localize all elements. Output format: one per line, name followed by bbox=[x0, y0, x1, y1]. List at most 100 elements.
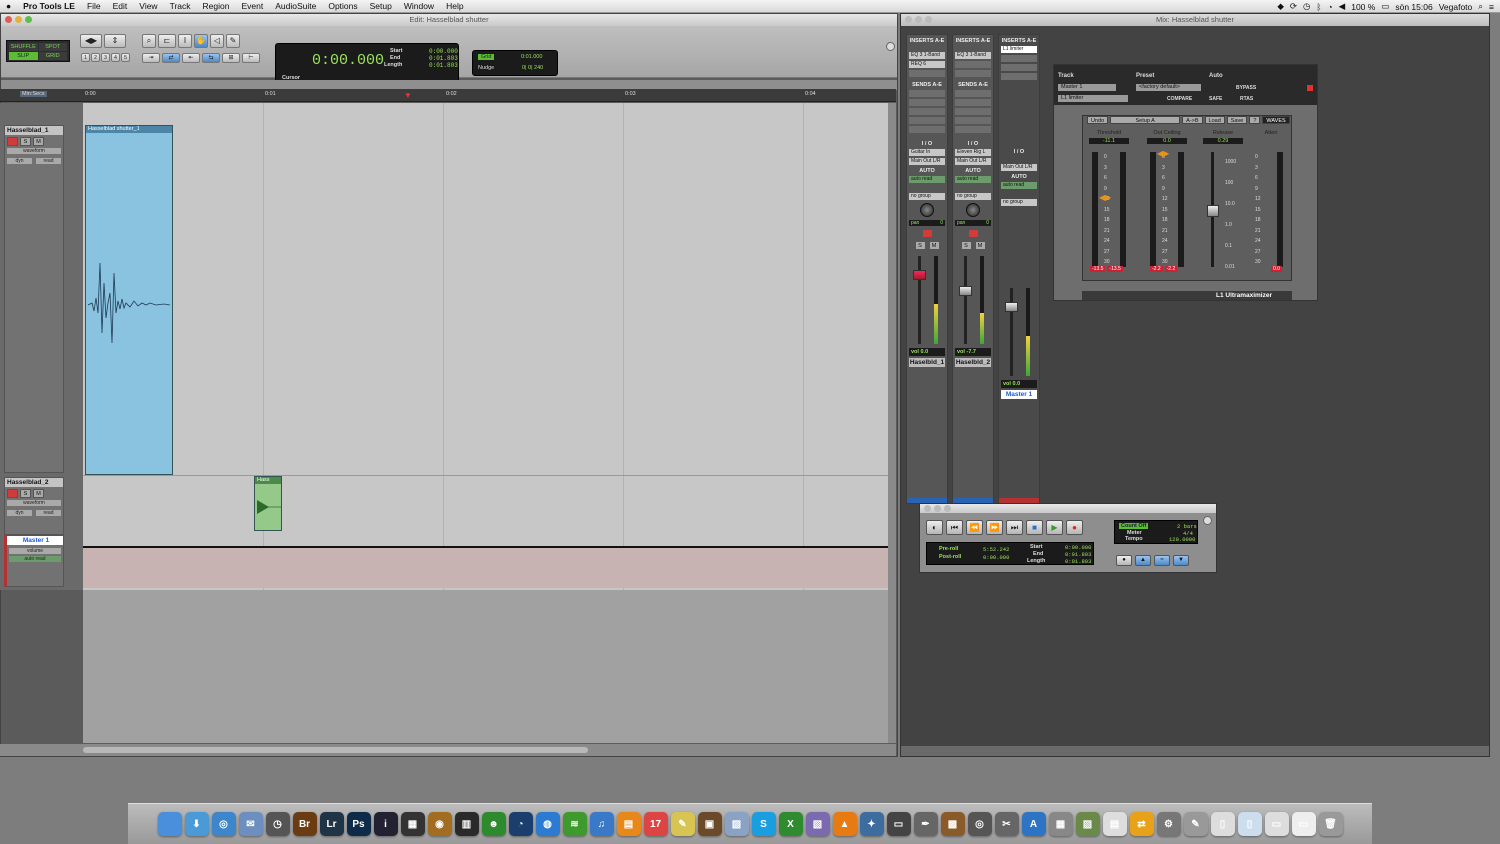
zoom-preset-4[interactable]: 4 bbox=[111, 53, 120, 62]
output-selector[interactable]: Main Out L/R bbox=[955, 158, 991, 165]
insert-selector[interactable]: L1 limiter bbox=[1058, 95, 1128, 102]
stack-icon[interactable]: ▧ bbox=[805, 812, 830, 836]
help-button[interactable]: ? bbox=[1249, 116, 1261, 124]
downloads-icon[interactable]: ⬇ bbox=[184, 812, 209, 836]
record-enable-button[interactable] bbox=[7, 489, 18, 498]
vlc-icon[interactable]: ▲ bbox=[832, 812, 857, 836]
nudge-label[interactable]: Nudge bbox=[478, 65, 494, 71]
tools-icon[interactable]: ✂ bbox=[994, 812, 1019, 836]
keynote-icon[interactable]: ▩ bbox=[940, 812, 965, 836]
insert-slot[interactable] bbox=[909, 70, 945, 77]
calendar-icon[interactable]: 17 bbox=[643, 812, 668, 836]
input-selector[interactable]: Guitar In bbox=[909, 149, 945, 156]
scroll-thumb[interactable] bbox=[83, 747, 588, 753]
display-icon[interactable]: ▭ bbox=[1291, 812, 1316, 836]
mute-button[interactable]: M bbox=[928, 241, 940, 250]
spotify-icon[interactable]: ≋ bbox=[562, 812, 587, 836]
insert-slot[interactable] bbox=[1001, 55, 1037, 62]
transport-titlebar[interactable] bbox=[920, 504, 1216, 513]
fast-forward-icon[interactable]: ⏩ bbox=[986, 520, 1003, 535]
group-selector[interactable]: no group bbox=[1001, 199, 1037, 206]
track-header-hasselblad-2[interactable]: Hasselblad_2 SM waveform dyn read bbox=[4, 477, 64, 535]
automation-mode[interactable]: read bbox=[36, 510, 61, 516]
zoom-preset-5[interactable]: 5 bbox=[121, 53, 130, 62]
tab-to-transient-icon[interactable]: ⇥ bbox=[142, 53, 160, 63]
dropbox-icon[interactable]: ◆ bbox=[1277, 1, 1284, 12]
insert-slot[interactable]: L1 limiter bbox=[1001, 46, 1037, 53]
zoom-preset-1[interactable]: 1 bbox=[81, 53, 90, 62]
menu-event[interactable]: Event bbox=[235, 1, 269, 11]
channel-name[interactable]: Haselbld_1 bbox=[909, 358, 945, 367]
conductor-icon[interactable]: ▼ bbox=[1173, 555, 1189, 566]
photos-icon[interactable]: ▣ bbox=[697, 812, 722, 836]
postroll-label[interactable]: Post-roll bbox=[939, 554, 961, 560]
close-icon[interactable] bbox=[905, 16, 912, 23]
nudge-value[interactable]: 0| 0| 240 bbox=[522, 65, 543, 71]
solo-button[interactable]: S bbox=[20, 137, 31, 146]
tempo-value[interactable]: 120.0000 bbox=[1169, 536, 1195, 543]
notification-icon[interactable]: ≡ bbox=[1489, 2, 1494, 12]
automation-mode[interactable]: auto read bbox=[9, 556, 61, 562]
record-enable-button[interactable] bbox=[921, 229, 933, 238]
zoom-icon[interactable] bbox=[25, 16, 32, 23]
edit-window-titlebar[interactable]: Edit: Hasselblad shutter bbox=[1, 14, 897, 26]
preroll-label[interactable]: Pre-roll bbox=[939, 546, 958, 552]
time-machine-menu-icon[interactable]: ◷ bbox=[1303, 1, 1310, 12]
threshold-readout[interactable]: -11.1 bbox=[1089, 138, 1129, 144]
time-machine-icon[interactable]: ◷ bbox=[265, 812, 290, 836]
clapper-icon[interactable]: ▦ bbox=[400, 812, 425, 836]
script-icon[interactable]: ▤ bbox=[1102, 812, 1127, 836]
mix-window-titlebar[interactable]: Mix: Hasselblad shutter bbox=[901, 14, 1489, 26]
insert-slot[interactable]: REQ 6 bbox=[909, 61, 945, 68]
automation-mode[interactable]: auto read bbox=[1001, 182, 1037, 189]
pencil-tool-icon[interactable]: ✎ bbox=[226, 34, 240, 48]
excel-icon[interactable]: X bbox=[778, 812, 803, 836]
automation-mode[interactable]: read bbox=[36, 158, 61, 164]
grabber-tool-icon[interactable]: ✋ bbox=[194, 34, 208, 48]
utility-icon[interactable]: ⚙ bbox=[1156, 812, 1181, 836]
browser-icon[interactable]: ◍ bbox=[535, 812, 560, 836]
track-header-hasselblad-1[interactable]: Hasselblad_1 SM waveform dyn read bbox=[4, 125, 64, 473]
pen-icon[interactable]: ✎ bbox=[1183, 812, 1208, 836]
finder-icon[interactable] bbox=[157, 812, 182, 836]
minimize-icon[interactable] bbox=[915, 16, 922, 23]
minimize-icon[interactable] bbox=[15, 16, 22, 23]
edit-vertical-scrollbar[interactable] bbox=[888, 103, 896, 743]
fader-cap[interactable] bbox=[1005, 302, 1018, 312]
track-selector[interactable]: Master 1 bbox=[1058, 84, 1116, 91]
sketch-icon[interactable]: ✒ bbox=[913, 812, 938, 836]
insert-slot[interactable] bbox=[1001, 73, 1037, 80]
threshold-slider-icon[interactable]: ◀▶ bbox=[1099, 193, 1111, 202]
pan-knob[interactable] bbox=[920, 203, 934, 217]
end-value[interactable]: 0:01.803 bbox=[1065, 551, 1091, 558]
zoom-vertical-button[interactable]: ⇕ bbox=[104, 34, 126, 48]
send-slot[interactable] bbox=[955, 126, 991, 133]
safari-icon[interactable]: ◎ bbox=[211, 812, 236, 836]
send-slot[interactable] bbox=[909, 117, 945, 124]
grid-value[interactable]: 0:01.000 bbox=[521, 54, 542, 60]
mirror-midi-icon[interactable]: ⊞ bbox=[222, 53, 240, 63]
clock[interactable]: sön 15:06 bbox=[1395, 2, 1432, 12]
zoom-preset-2[interactable]: 2 bbox=[91, 53, 100, 62]
atten-readout[interactable]: 0.0 bbox=[1271, 266, 1282, 272]
channel-name[interactable]: Master 1 bbox=[1001, 390, 1037, 399]
mute-button[interactable]: M bbox=[33, 489, 44, 498]
pdf-icon[interactable]: ▯ bbox=[1237, 812, 1262, 836]
send-slot[interactable] bbox=[955, 99, 991, 106]
wait-for-note-icon[interactable]: ● bbox=[1116, 555, 1132, 566]
insert-slot[interactable] bbox=[955, 61, 991, 68]
zoom-preset-3[interactable]: 3 bbox=[101, 53, 110, 62]
out-ceiling-readout[interactable]: 0.0 bbox=[1147, 138, 1187, 144]
final-cut-icon[interactable]: ▥ bbox=[454, 812, 479, 836]
send-slot[interactable] bbox=[909, 126, 945, 133]
menu-file[interactable]: File bbox=[81, 1, 107, 11]
record-enable-button[interactable] bbox=[7, 137, 18, 146]
zoom-icon[interactable] bbox=[944, 505, 951, 512]
notes-icon[interactable]: ✎ bbox=[670, 812, 695, 836]
ibooks-icon[interactable]: ▤ bbox=[616, 812, 641, 836]
input-selector[interactable]: Eleven Rig L bbox=[955, 149, 991, 156]
load-button[interactable]: Load bbox=[1204, 116, 1225, 124]
lightroom-icon[interactable]: Lr bbox=[319, 812, 344, 836]
apple-icon[interactable]: ● bbox=[0, 1, 17, 11]
undo-button[interactable]: Undo bbox=[1087, 116, 1109, 124]
